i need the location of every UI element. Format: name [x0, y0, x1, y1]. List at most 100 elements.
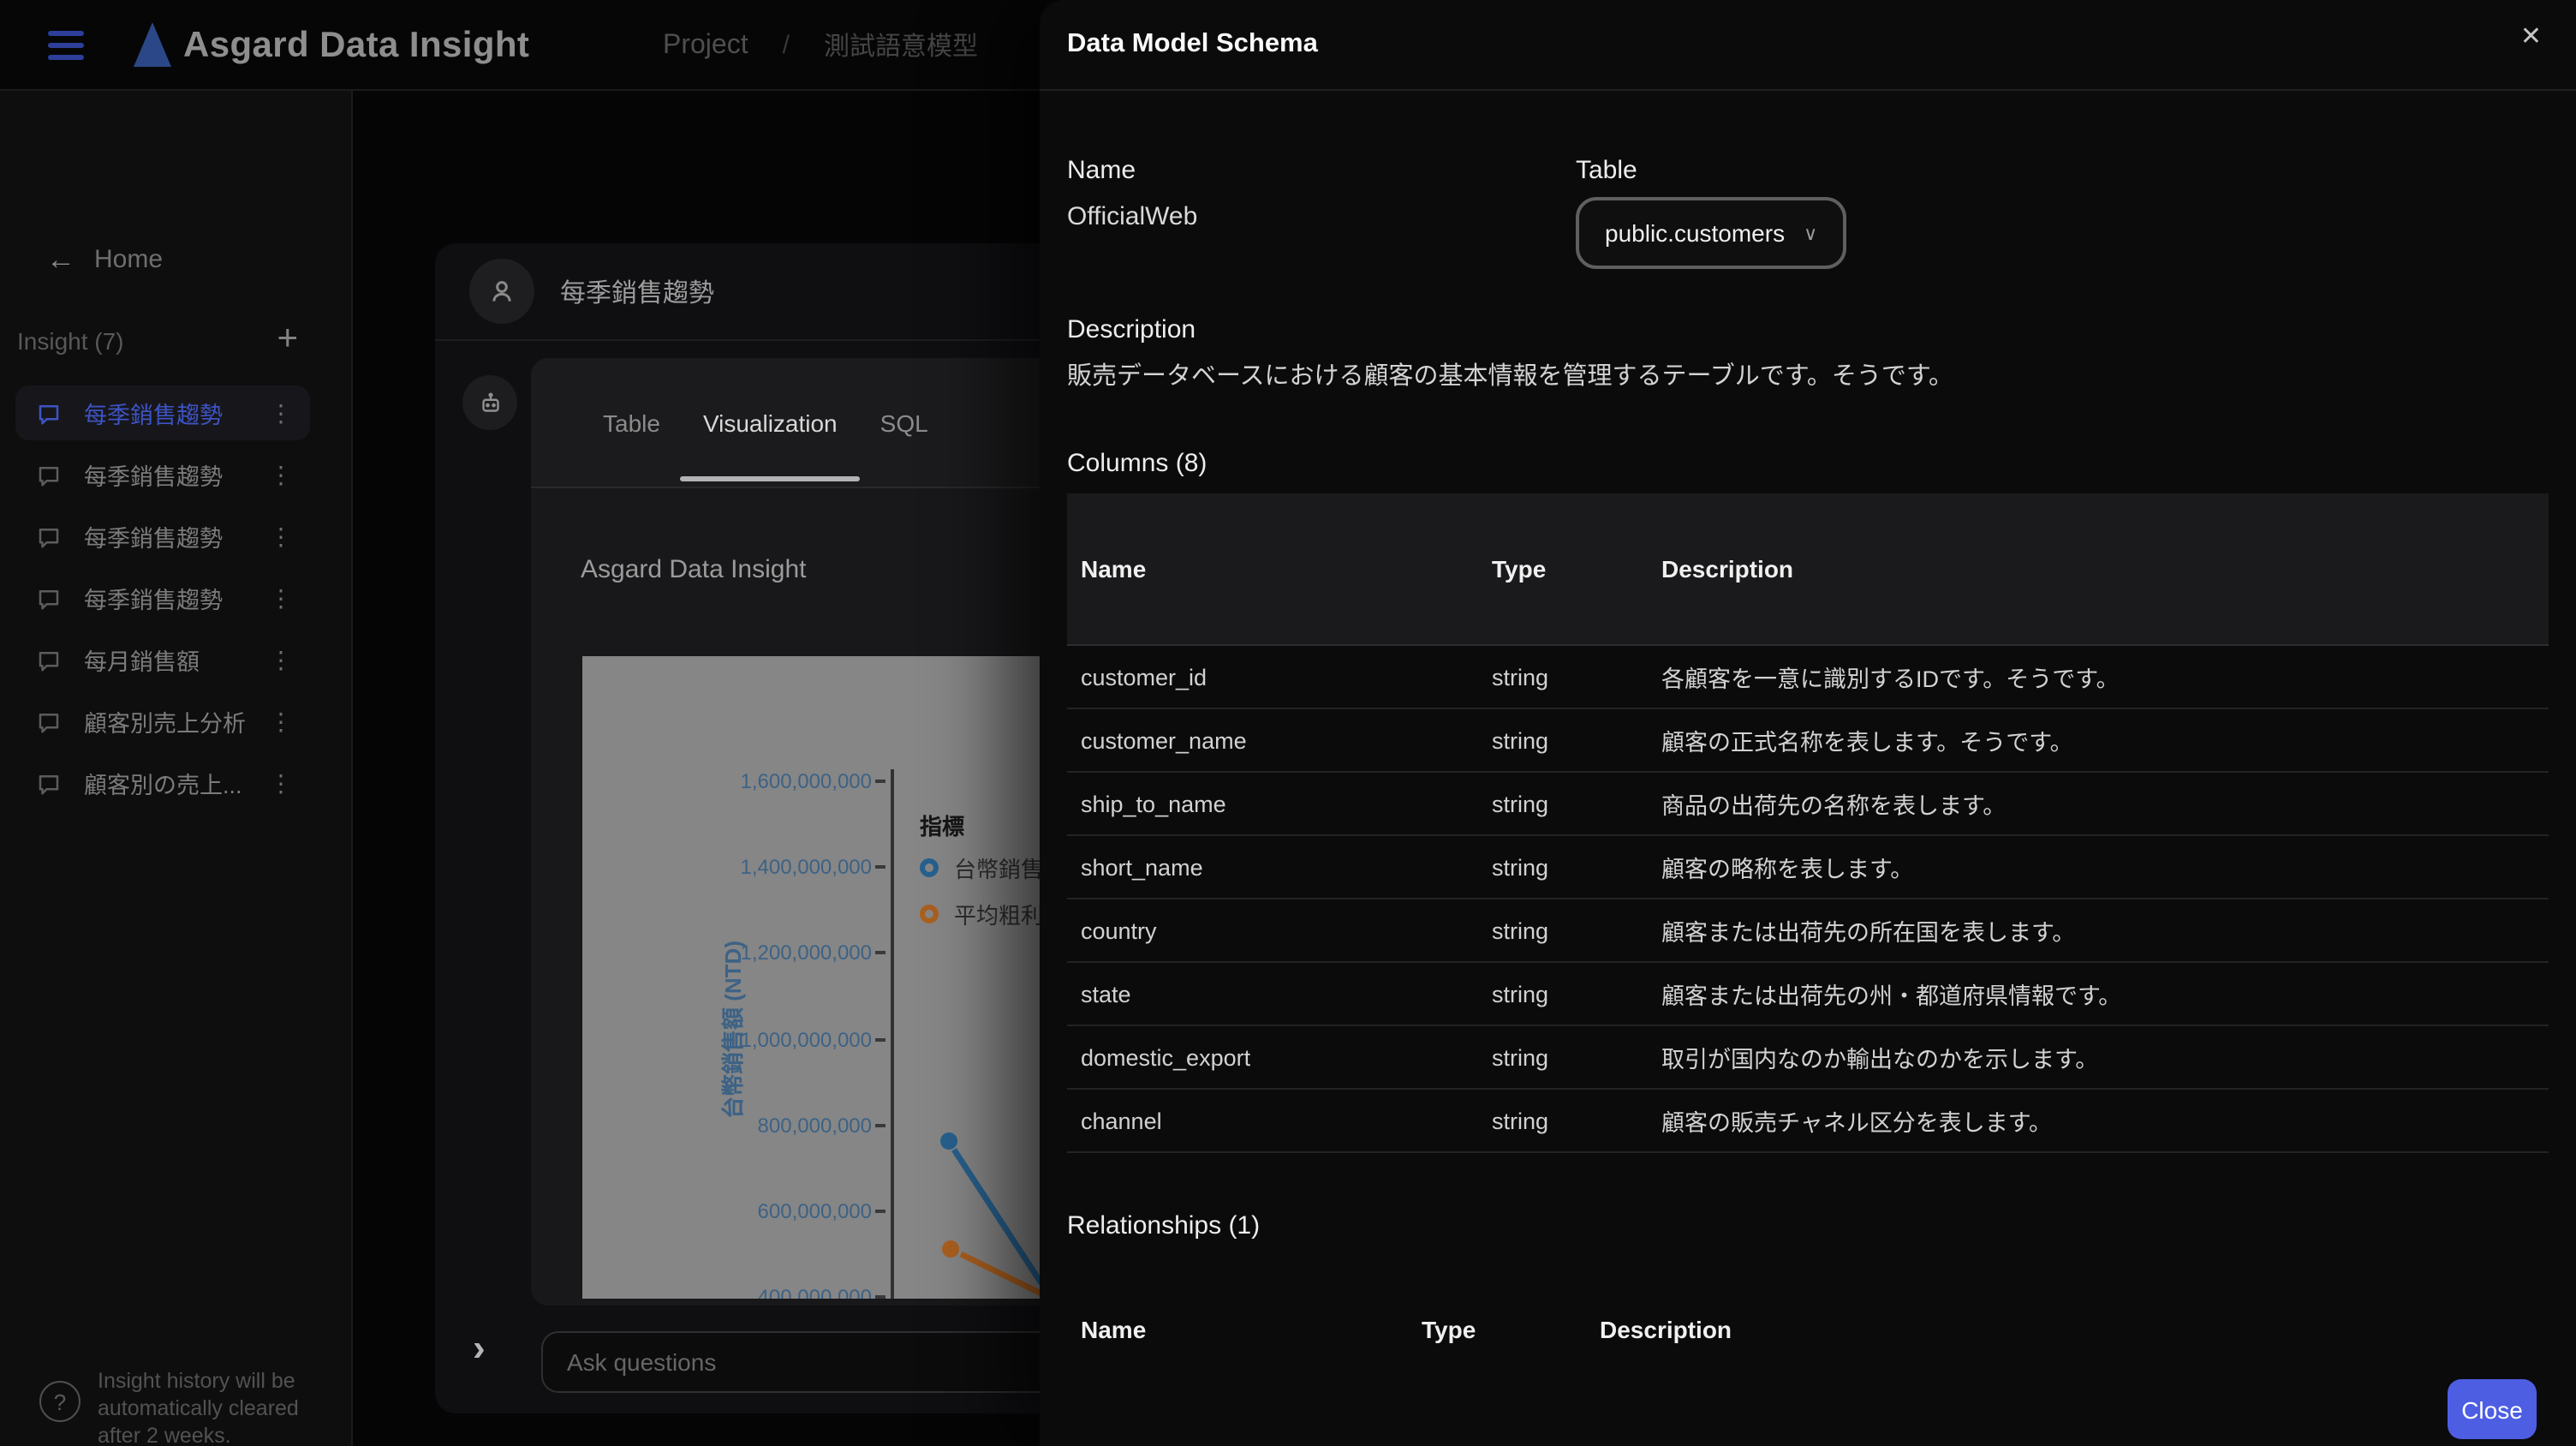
kebab-menu-icon[interactable]: ⋮	[269, 460, 293, 489]
cell-type: string	[1492, 1108, 1549, 1134]
sidebar-item-insight[interactable]: 每季銷售趨勢 ⋮	[15, 571, 310, 625]
insight-item-label: 每季銷售趨勢	[84, 526, 223, 552]
chat-bubble-icon	[36, 770, 62, 796]
sidebar-item-insight[interactable]: 每季銷售趨勢 ⋮	[15, 447, 310, 502]
cell-name: channel	[1081, 1108, 1162, 1134]
cell-type: string	[1492, 664, 1549, 690]
cell-name: country	[1081, 917, 1157, 944]
kebab-menu-icon[interactable]: ⋮	[269, 707, 293, 736]
table-row: customer_id string 各顧客を一意に識別するIDです。そうです。	[1067, 646, 2549, 710]
cell-description: 顧客の正式名称を表します。そうです。	[1661, 730, 2073, 756]
sidebar: ← Home Insight (7) + 每季銷售趨勢 ⋮ 每季銷售趨勢 ⋮ 每…	[0, 91, 353, 1446]
chat-bubble-icon	[36, 585, 62, 611]
cell-type: string	[1492, 854, 1549, 881]
kebab-menu-icon[interactable]: ⋮	[269, 583, 293, 612]
sidebar-item-insight[interactable]: 顧客別売上分析 ⋮	[15, 694, 310, 749]
chevron-down-icon: ∨	[1804, 224, 1818, 244]
table-row: customer_name string 顧客の正式名称を表します。そうです。	[1067, 709, 2549, 774]
line-chart: 1,600,000,000 1,400,000,000 1,200,000,00…	[582, 656, 1096, 1299]
relationships-table-header: Name Type Description	[1067, 1316, 2549, 1343]
insight-item-label: 每季銷售趨勢	[84, 588, 223, 613]
back-arrow-icon: ←	[46, 243, 75, 276]
insight-section-title: Insight (7)	[17, 327, 124, 355]
ask-questions-input[interactable]	[541, 1331, 1096, 1393]
cell-name: domestic_export	[1081, 1044, 1251, 1071]
chat-bubble-icon	[36, 708, 62, 734]
rel-header-name: Name	[1081, 1316, 1147, 1344]
close-icon[interactable]: ✕	[2520, 24, 2542, 50]
kebab-menu-icon[interactable]: ⋮	[269, 522, 293, 551]
cell-name: customer_name	[1081, 727, 1247, 754]
expand-chevron-icon[interactable]: ›	[473, 1329, 486, 1367]
history-note-text: Insight history will be automatically cl…	[98, 1369, 299, 1446]
cell-description: 顧客の販売チャネル区分を表します。	[1661, 1110, 2053, 1137]
tab-label: Visualization	[702, 409, 838, 436]
sidebar-item-insight[interactable]: 每季銷售趨勢 ⋮	[15, 509, 310, 564]
cell-name: ship_to_name	[1081, 791, 1226, 817]
chat-thread-card: 每季銷售趨勢 Table Visualization SQL Asgard Da…	[435, 243, 1096, 1413]
description-value: 販売データベースにおける顧客の基本情報を管理するテーブルです。そうです。	[1067, 363, 1954, 391]
close-button[interactable]: Close	[2448, 1379, 2537, 1439]
col-header-name: Name	[1081, 555, 1147, 583]
hamburger-menu-icon[interactable]	[48, 31, 84, 60]
table-field: Table public.customers ∨	[1576, 156, 1847, 269]
chat-bubble-icon	[36, 647, 62, 672]
sidebar-item-insight[interactable]: 顧客別の売上... ⋮	[15, 756, 310, 810]
breadcrumb-current: 測試語意模型	[823, 33, 978, 62]
name-field-value: OfficialWeb	[1067, 202, 1198, 231]
app-viewport: Asgard Data Insight Project / 測試語意模型 ← H…	[0, 0, 2576, 1446]
table-row: country string 顧客または出荷先の所在国を表します。	[1067, 899, 2549, 964]
table-select-value: public.customers	[1605, 219, 1786, 247]
cell-type: string	[1492, 727, 1549, 754]
cell-description: 各顧客を一意に識別するIDです。そうです。	[1661, 666, 2120, 693]
cell-description: 取引が国内なのか輸出なのかを示します。	[1661, 1047, 2099, 1073]
sidebar-item-insight[interactable]: 每月銷售額 ⋮	[15, 632, 310, 687]
cell-name: short_name	[1081, 854, 1203, 881]
result-tab[interactable]: Visualization	[680, 358, 861, 487]
cell-type: string	[1492, 791, 1549, 817]
user-avatar	[469, 259, 534, 324]
kebab-menu-icon[interactable]: ⋮	[269, 645, 293, 674]
chat-thread-header: 每季銷售趨勢	[435, 243, 1096, 341]
insight-item-label: 每季銷售趨勢	[84, 464, 223, 490]
sidebar-home-link[interactable]: ← Home	[46, 245, 163, 274]
result-panel: Table Visualization SQL Asgard Data Insi…	[531, 358, 1096, 1306]
table-row: channel string 顧客の販売チャネル区分を表します。	[1067, 1090, 2549, 1154]
series-line-sales	[951, 1148, 1044, 1285]
chat-bubble-icon	[36, 523, 62, 549]
series-point-margin[interactable]	[942, 1240, 959, 1258]
kebab-menu-icon[interactable]: ⋮	[269, 398, 293, 427]
tab-label: Table	[603, 409, 660, 436]
columns-section-title: Columns (8)	[1067, 449, 1208, 479]
cell-description: 顧客または出荷先の所在国を表します。	[1661, 920, 2076, 947]
cell-description: 商品の出荷先の名称を表します。	[1661, 793, 2007, 820]
chart-series	[940, 1132, 1044, 1297]
series-point-sales[interactable]	[940, 1132, 957, 1150]
table-select-dropdown[interactable]: public.customers ∨	[1576, 197, 1847, 269]
sidebar-item-insight[interactable]: 每季銷售趨勢 ⋮	[15, 385, 310, 440]
kebab-menu-icon[interactable]: ⋮	[269, 768, 293, 798]
data-model-schema-modal: Data Model Schema ✕ Name OfficialWeb Tab…	[1040, 0, 2576, 1446]
add-insight-button[interactable]: +	[277, 320, 298, 356]
panel-title: Asgard Data Insight	[581, 555, 807, 584]
result-tab[interactable]: Table	[603, 358, 660, 487]
result-tab[interactable]: SQL	[880, 358, 928, 487]
modal-header: Data Model Schema ✕	[1040, 0, 2576, 91]
chat-bubble-icon	[36, 462, 62, 487]
breadcrumb-project[interactable]: Project	[663, 30, 748, 61]
col-header-description: Description	[1661, 555, 1794, 583]
breadcrumb-separator: /	[782, 31, 790, 60]
cell-type: string	[1492, 917, 1549, 944]
table-row: state string 顧客または出荷先の州・都道府県情報です。	[1067, 963, 2549, 1027]
table-row: short_name string 顧客の略称を表します。	[1067, 836, 2549, 900]
table-row: ship_to_name string 商品の出荷先の名称を表します。	[1067, 773, 2549, 837]
columns-table-header: Name Type Description	[1067, 493, 2549, 645]
insight-list: 每季銷售趨勢 ⋮ 每季銷售趨勢 ⋮ 每季銷售趨勢 ⋮ 每季銷售趨勢 ⋮ 每月銷售…	[15, 385, 310, 810]
bot-avatar	[462, 375, 517, 430]
relationships-section-title: Relationships (1)	[1067, 1211, 1261, 1241]
rel-header-type: Type	[1422, 1316, 1476, 1344]
cell-name: customer_id	[1081, 664, 1208, 690]
rel-header-description: Description	[1600, 1316, 1732, 1344]
columns-table-body: customer_id string 各顧客を一意に識別するIDです。そうです。…	[1067, 644, 2549, 1154]
result-tabs: Table Visualization SQL	[531, 358, 1096, 488]
